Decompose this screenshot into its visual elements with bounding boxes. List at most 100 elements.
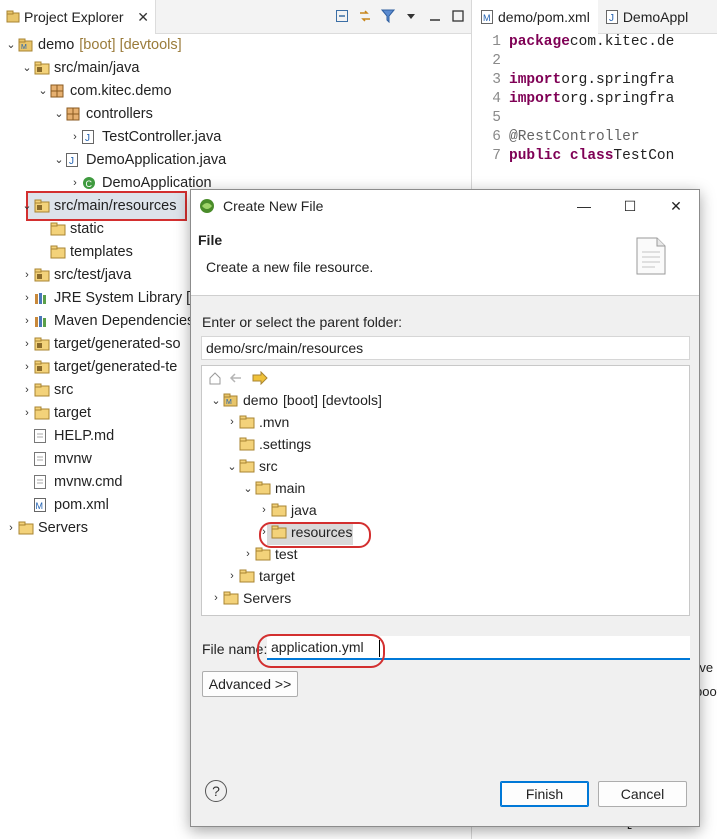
tab-label: demo/pom.xml (498, 8, 590, 25)
collapse-arrow-icon[interactable]: › (209, 592, 223, 604)
create-new-file-dialog: Create New File — ☐ ✕ File Create a new … (190, 189, 700, 827)
tree-item[interactable]: ⌄ J DemoApplication.java (0, 148, 471, 171)
folder-icon (255, 547, 271, 561)
collapse-arrow-icon[interactable]: › (241, 548, 255, 560)
collapse-all-icon[interactable] (335, 9, 349, 23)
svg-text:M: M (36, 501, 44, 511)
close-icon[interactable]: ✕ (137, 9, 149, 26)
collapse-arrow-icon[interactable]: › (20, 407, 34, 419)
expand-arrow-icon[interactable]: ⌄ (20, 61, 34, 74)
folder-icon (18, 521, 34, 535)
folder-tree-item[interactable]: ⌄ src (225, 455, 277, 477)
tree-item-label: mvnw (54, 450, 92, 467)
collapse-arrow-icon[interactable]: › (20, 384, 34, 396)
package-icon (66, 107, 82, 121)
expand-arrow-icon[interactable]: ⌄ (4, 38, 18, 51)
tree-item-label: src/main/java (54, 59, 140, 76)
code-keyword: import (509, 91, 562, 107)
line-number: 7 (492, 148, 501, 164)
svg-text:M: M (21, 44, 27, 51)
expand-arrow-icon[interactable]: ⌄ (209, 394, 223, 407)
help-icon[interactable]: ? (205, 780, 227, 802)
tab-label: DemoAppl (622, 8, 689, 25)
tree-item[interactable]: ⌄ controllers (0, 102, 471, 125)
minimize-button[interactable]: — (561, 190, 607, 222)
svg-text:C: C (86, 179, 93, 189)
collapse-arrow-icon[interactable]: › (257, 526, 271, 538)
collapse-arrow-icon[interactable]: › (68, 131, 82, 143)
tab-project-explorer[interactable]: Project Explorer ✕ (0, 0, 156, 34)
folder-tree-item[interactable]: › .mvn (225, 411, 289, 433)
forward-icon[interactable] (252, 371, 268, 385)
folder-icon (271, 503, 287, 517)
code-line: 1 package com.kitec.de (473, 34, 674, 53)
expand-arrow-icon[interactable]: ⌄ (20, 199, 34, 212)
view-menu-icon[interactable] (404, 9, 418, 23)
maximize-icon[interactable] (451, 9, 465, 23)
source-folder-icon (34, 61, 50, 75)
collapse-arrow-icon[interactable]: › (225, 416, 239, 428)
collapse-arrow-icon[interactable]: › (20, 361, 34, 373)
minimize-icon[interactable] (428, 9, 442, 23)
svg-text:J: J (69, 156, 74, 167)
collapse-arrow-icon[interactable]: › (20, 315, 34, 327)
link-with-editor-icon[interactable] (358, 9, 372, 23)
eclipse-icon (200, 199, 214, 213)
tree-item[interactable]: ⌄ Mdemo [boot] [devtools] (0, 33, 471, 56)
folder-tree-item[interactable]: ⌄ main (241, 477, 305, 499)
project-explorer-icon (6, 10, 20, 23)
tree-item[interactable]: ⌄ com.kitec.demo (0, 79, 471, 102)
expand-arrow-icon[interactable]: ⌄ (36, 84, 50, 97)
tab-demoapplication[interactable]: J DemoAppl (598, 0, 696, 34)
folder-tree-item[interactable]: .settings (225, 433, 311, 455)
collapse-arrow-icon[interactable]: › (20, 269, 34, 281)
expand-arrow-icon[interactable]: ⌄ (225, 460, 239, 473)
collapse-arrow-icon[interactable]: › (4, 522, 18, 534)
source-folder-icon (34, 337, 50, 351)
tree-item-label: src/test/java (54, 266, 132, 283)
cancel-button[interactable]: Cancel (598, 781, 687, 807)
home-icon[interactable] (208, 371, 222, 385)
code-line: 2 (473, 53, 509, 72)
collapse-arrow-icon[interactable]: › (20, 292, 34, 304)
collapse-arrow-icon[interactable]: › (225, 570, 239, 582)
folder-tree-item[interactable]: › target (225, 565, 295, 587)
class-icon: C (82, 176, 98, 190)
code-line: 3 import org.springfra (473, 72, 674, 91)
folder-icon (50, 245, 66, 259)
folder-icon (34, 406, 50, 420)
tree-item[interactable]: › J TestController.java (0, 125, 471, 148)
folder-tree-item[interactable]: › java (257, 499, 317, 521)
new-file-wizard-icon (636, 237, 666, 275)
collapse-arrow-icon[interactable]: › (257, 504, 271, 516)
project-icon: M (223, 393, 239, 407)
close-button[interactable]: ✕ (653, 190, 699, 222)
tab-pom-xml[interactable]: M demo/pom.xml (473, 0, 598, 34)
parent-folder-input[interactable]: demo/src/main/resources (201, 336, 690, 360)
collapse-arrow-icon[interactable]: › (20, 338, 34, 350)
expand-arrow-icon[interactable]: ⌄ (52, 153, 66, 166)
tree-item[interactable]: ⌄ src/main/java (0, 56, 471, 79)
tree-item-label: mvnw.cmd (54, 473, 123, 490)
line-number: 6 (492, 129, 501, 145)
line-number: 2 (492, 53, 501, 69)
source-folder-icon (34, 199, 50, 213)
filter-icon[interactable] (381, 9, 395, 23)
tree-item-label: templates (70, 243, 133, 260)
tree-item-label: com.kitec.demo (70, 82, 172, 99)
maximize-button[interactable]: ☐ (607, 190, 653, 222)
folder-tree-item[interactable]: › resources (257, 521, 352, 543)
expand-arrow-icon[interactable]: ⌄ (241, 482, 255, 495)
folder-tree-item[interactable]: ⌄ Mdemo [boot] [devtools] (209, 389, 381, 411)
advanced-button[interactable]: Advanced >> (202, 671, 298, 697)
folder-tree-item[interactable]: › test (241, 543, 297, 565)
folder-tree-item[interactable]: › Servers (209, 587, 291, 609)
collapse-arrow-icon[interactable]: › (68, 177, 82, 189)
expand-arrow-icon[interactable]: ⌄ (52, 107, 66, 120)
code-keyword: import (509, 72, 562, 88)
tree-item-label: TestController.java (102, 128, 222, 145)
tree-item-label: target/generated-so (54, 335, 181, 352)
back-icon[interactable] (229, 371, 243, 385)
finish-button[interactable]: Finish (500, 781, 589, 807)
svg-text:J: J (85, 133, 90, 144)
